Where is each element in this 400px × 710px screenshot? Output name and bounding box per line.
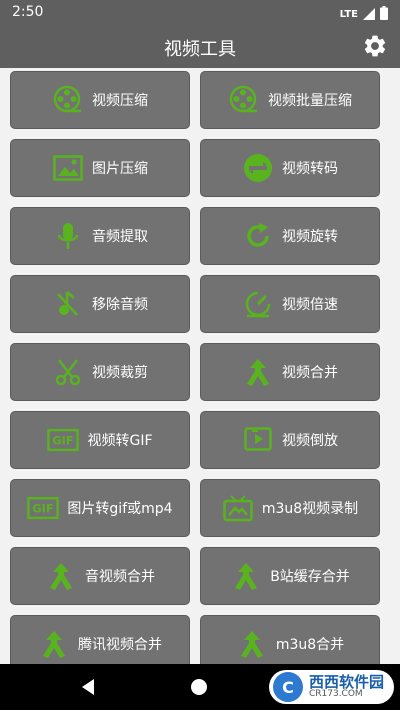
tool-tile[interactable]: 音频提取 xyxy=(10,207,190,265)
tool-label: 视频转GIF xyxy=(87,433,153,449)
settings-button[interactable] xyxy=(362,33,388,59)
battery-icon xyxy=(380,5,388,24)
tool-label: 视频倒放 xyxy=(282,433,338,449)
tool-tile[interactable]: B站缓存合并 xyxy=(200,547,380,605)
svg-text:GIF: GIF xyxy=(33,503,54,516)
tool-tile[interactable]: 视频转码 xyxy=(200,139,380,197)
tool-tile[interactable]: 图片压缩 xyxy=(10,139,190,197)
tool-tile[interactable]: 视频合并 xyxy=(200,343,380,401)
watermark-name: 西西软件园 xyxy=(308,673,384,691)
tool-tile[interactable]: m3u8合并 xyxy=(200,615,380,664)
reverse-play-icon xyxy=(242,424,274,456)
tool-tile[interactable]: 移除音频 xyxy=(10,275,190,333)
gif-icon: GIF xyxy=(47,424,80,456)
tool-label: 视频裁剪 xyxy=(92,365,148,381)
watermark-text: 西西软件园 CR173.COM xyxy=(308,673,384,700)
image-icon xyxy=(52,152,84,184)
tool-label: 视频合并 xyxy=(282,365,338,381)
tool-tile[interactable]: 视频批量压缩 xyxy=(200,71,380,129)
rotate-icon xyxy=(242,220,274,252)
film-reel-icon xyxy=(228,84,260,116)
tool-label: 视频旋转 xyxy=(282,229,338,245)
merge-icon xyxy=(45,560,77,592)
home-circle-icon[interactable] xyxy=(191,679,207,695)
tool-label: 音频提取 xyxy=(92,229,148,245)
network-type: LTE xyxy=(339,9,358,20)
tool-label: B站缓存合并 xyxy=(270,569,350,585)
page-title: 视频工具 xyxy=(164,39,236,60)
tool-tile[interactable]: m3u8视频录制 xyxy=(200,479,380,537)
tool-label: m3u8合并 xyxy=(275,637,345,653)
tool-label: 图片压缩 xyxy=(92,161,148,177)
merge-icon xyxy=(38,628,70,660)
film-reel-icon xyxy=(52,84,84,116)
tool-label: 视频压缩 xyxy=(92,93,148,109)
tool-tile[interactable]: GIF 视频转GIF xyxy=(10,411,190,469)
back-triangle-icon[interactable] xyxy=(80,678,96,700)
mute-icon xyxy=(52,288,84,320)
tool-label: 视频转码 xyxy=(282,161,338,177)
tool-label: 腾讯视频合并 xyxy=(78,637,162,653)
merge-icon xyxy=(242,356,274,388)
tool-label: 视频倍速 xyxy=(282,297,338,313)
tool-tile[interactable]: 视频倒放 xyxy=(200,411,380,469)
status-bar: 2:50 LTE xyxy=(0,0,400,24)
tool-tile[interactable]: 音视频合并 xyxy=(10,547,190,605)
svg-text:GIF: GIF xyxy=(53,435,74,448)
tool-label: 音视频合并 xyxy=(85,569,155,585)
tool-tile[interactable]: 腾讯视频合并 xyxy=(10,615,190,664)
tool-tile[interactable]: 视频倍速 xyxy=(200,275,380,333)
app-bar: 视频工具 xyxy=(0,24,400,68)
tool-label: 图片转gif或mp4 xyxy=(67,501,173,517)
gif-icon: GIF xyxy=(27,492,60,524)
tool-label: 移除音频 xyxy=(92,297,148,313)
tool-tile[interactable]: 视频压缩 xyxy=(10,71,190,129)
tool-tile[interactable]: 视频旋转 xyxy=(200,207,380,265)
merge-icon xyxy=(230,560,262,592)
transcode-icon xyxy=(242,152,274,184)
watermark: C 西西软件园 CR173.COM xyxy=(268,670,394,704)
microphone-icon xyxy=(52,220,84,252)
navigation-bar: C 西西软件园 CR173.COM xyxy=(0,664,400,710)
gear-icon xyxy=(364,35,386,57)
tool-tile[interactable]: GIF 图片转gif或mp4 xyxy=(10,479,190,537)
merge-icon xyxy=(236,628,268,660)
tool-label: m3u8视频录制 xyxy=(261,501,359,517)
speedometer-icon xyxy=(242,288,274,320)
tool-label: 视频批量压缩 xyxy=(268,93,352,109)
status-time: 2:50 xyxy=(12,4,44,20)
status-indicators: LTE xyxy=(340,5,388,24)
scissors-icon xyxy=(52,356,84,388)
watermark-logo: C xyxy=(272,672,303,702)
tool-tile[interactable]: 视频裁剪 xyxy=(10,343,190,401)
record-icon xyxy=(222,492,254,524)
signal-icon xyxy=(363,5,375,24)
tool-grid: 视频压缩 视频批量压缩 图片压缩 视频转码 音频提取 视频旋转 移除音频 视频倍速 视频裁剪 视频… xyxy=(0,68,400,664)
